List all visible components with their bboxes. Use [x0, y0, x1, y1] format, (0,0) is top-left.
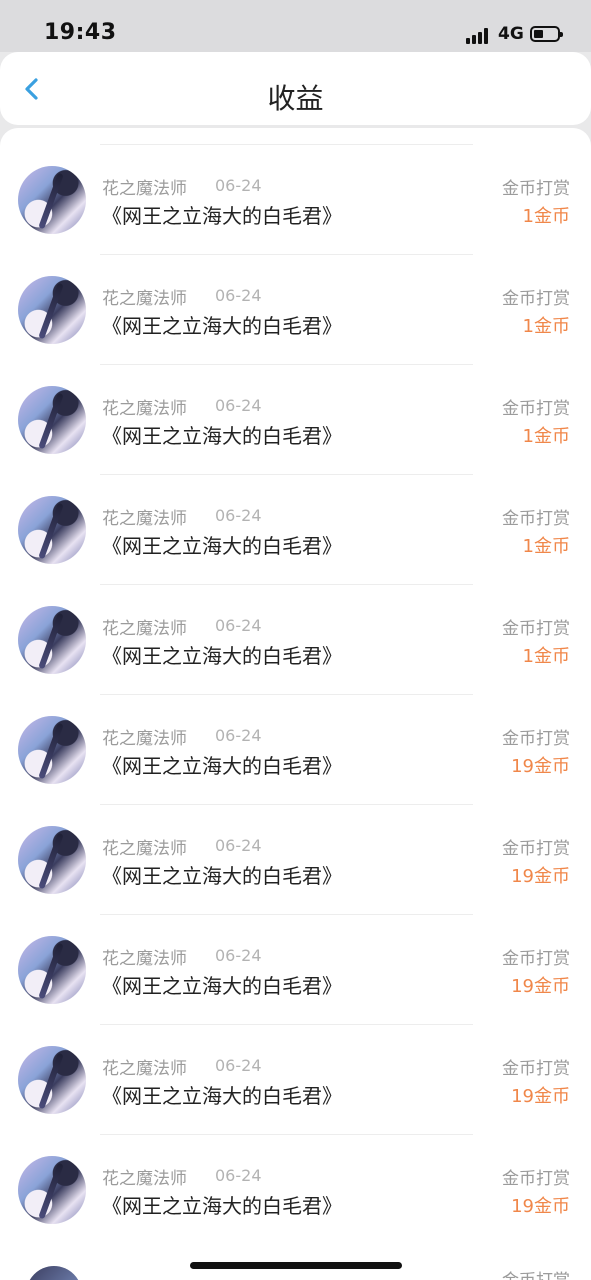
- reward-amount: 19金币: [511, 976, 570, 997]
- status-bar: 19:43 4G: [0, 0, 591, 52]
- book-title: 《网王之立海大的白毛君》: [102, 424, 342, 448]
- row-divider: [100, 914, 473, 915]
- reward-type: 金币打赏: [502, 509, 570, 529]
- user-name: 花之魔法师: [102, 509, 187, 529]
- reward-type: 金币打赏: [502, 839, 570, 859]
- list-item[interactable]: 花之魔法师 06-24 《网王之立海大的白毛君》 金币打赏 1金币: [0, 144, 591, 254]
- reward-amount: 19金币: [511, 756, 570, 777]
- reward-type: 金币打赏: [502, 949, 570, 969]
- avatar[interactable]: [18, 1156, 86, 1224]
- user-name: 花之魔法师: [102, 399, 187, 419]
- book-title: 《网王之立海大的白毛君》: [102, 204, 342, 228]
- user-name: 花之魔法师: [102, 619, 187, 639]
- book-title: 《网王之立海大的白毛君》: [102, 974, 342, 998]
- reward-amount: 1金币: [522, 536, 570, 557]
- reward-amount: 1金币: [522, 316, 570, 337]
- list-item[interactable]: 花之魔法师 06-24 《网王之立海大的白毛君》 金币打赏 19金币: [0, 1024, 591, 1134]
- cellular-signal-icon: [466, 28, 492, 44]
- list-item[interactable]: 花之魔法师 06-24 《网王之立海大的白毛君》 金币打赏 19金币: [0, 914, 591, 1024]
- list-item[interactable]: 花之魔法师 06-24 《网王之立海大的白毛君》 金币打赏 1金币: [0, 364, 591, 474]
- user-name: 花之魔法师: [102, 949, 187, 969]
- reward-type: 金币打赏: [502, 1266, 570, 1280]
- avatar[interactable]: [26, 1266, 82, 1280]
- user-name: 花之魔法师: [102, 1169, 187, 1189]
- list-item[interactable]: 花之魔法师 06-24 《网王之立海大的白毛君》 金币打赏 1金币: [0, 584, 591, 694]
- home-indicator: [190, 1262, 402, 1269]
- record-date: 06-24: [215, 176, 262, 195]
- row-divider: [100, 694, 473, 695]
- record-date: 06-24: [215, 396, 262, 415]
- row-divider: [100, 1134, 473, 1135]
- reward-type: 金币打赏: [502, 399, 570, 419]
- record-date: 06-24: [215, 506, 262, 525]
- user-name: 花之魔法师: [102, 179, 187, 199]
- reward-type: 金币打赏: [502, 289, 570, 309]
- reward-type: 金币打赏: [502, 179, 570, 199]
- book-title: 《网王之立海大的白毛君》: [102, 1084, 342, 1108]
- record-date: 06-24: [215, 1166, 262, 1185]
- row-divider: [100, 1024, 473, 1025]
- avatar[interactable]: [18, 606, 86, 674]
- earnings-list: 花之魔法师 06-24 《网王之立海大的白毛君》 金币打赏 1金币 花之魔法师 …: [0, 128, 591, 1280]
- row-divider: [100, 144, 473, 145]
- record-date: 06-24: [215, 946, 262, 965]
- row-divider: [100, 804, 473, 805]
- row-divider: [100, 254, 473, 255]
- nav-header: 收益: [0, 52, 591, 125]
- row-divider: [100, 584, 473, 585]
- list-item[interactable]: 花之魔法师 06-24 《网王之立海大的白毛君》 金币打赏 19金币: [0, 694, 591, 804]
- status-time: 19:43: [44, 20, 117, 45]
- reward-amount: 19金币: [511, 866, 570, 887]
- book-title: 《网王之立海大的白毛君》: [102, 754, 342, 778]
- row-divider: [100, 364, 473, 365]
- record-date: 06-24: [215, 286, 262, 305]
- avatar[interactable]: [18, 276, 86, 344]
- page-title: 收益: [267, 82, 324, 115]
- reward-type: 金币打赏: [502, 1169, 570, 1189]
- record-date: 06-24: [215, 616, 262, 635]
- avatar[interactable]: [18, 936, 86, 1004]
- network-type: 4G: [498, 24, 524, 44]
- book-title: 《网王之立海大的白毛君》: [102, 314, 342, 338]
- reward-amount: 1金币: [522, 206, 570, 227]
- reward-type: 金币打赏: [502, 729, 570, 749]
- reward-amount: 1金币: [522, 426, 570, 447]
- user-name: 花之魔法师: [102, 839, 187, 859]
- book-title: 《网王之立海大的白毛君》: [102, 644, 342, 668]
- avatar[interactable]: [18, 166, 86, 234]
- reward-amount: 19金币: [511, 1086, 570, 1107]
- reward-type: 金币打赏: [502, 619, 570, 639]
- list-item[interactable]: 花之魔法师 06-24 《网王之立海大的白毛君》 金币打赏 19金币: [0, 1134, 591, 1244]
- list-item[interactable]: 花之魔法师 06-24 《网王之立海大的白毛君》 金币打赏 1金币: [0, 254, 591, 364]
- avatar[interactable]: [18, 826, 86, 894]
- record-date: 06-24: [215, 836, 262, 855]
- record-date: 06-24: [215, 1056, 262, 1075]
- list-item[interactable]: 花之魔法师 06-24 《网王之立海大的白毛君》 金币打赏 19金币: [0, 804, 591, 914]
- reward-type: 金币打赏: [502, 1059, 570, 1079]
- avatar[interactable]: [18, 716, 86, 784]
- row-divider: [100, 474, 473, 475]
- book-title: 《网王之立海大的白毛君》: [102, 864, 342, 888]
- reward-amount: 1金币: [522, 646, 570, 667]
- record-date: 06-24: [215, 726, 262, 745]
- user-name: 花之魔法师: [102, 289, 187, 309]
- avatar[interactable]: [18, 496, 86, 564]
- book-title: 《网王之立海大的白毛君》: [102, 1194, 342, 1218]
- user-name: 花之魔法师: [102, 729, 187, 749]
- avatar[interactable]: [18, 1046, 86, 1114]
- battery-icon: [530, 26, 563, 42]
- avatar[interactable]: [18, 386, 86, 454]
- book-title: 《网王之立海大的白毛君》: [102, 534, 342, 558]
- list-item[interactable]: 花之魔法师 06-24 《网王之立海大的白毛君》 金币打赏 1金币: [0, 474, 591, 584]
- reward-amount: 19金币: [511, 1196, 570, 1217]
- user-name: 花之魔法师: [102, 1059, 187, 1079]
